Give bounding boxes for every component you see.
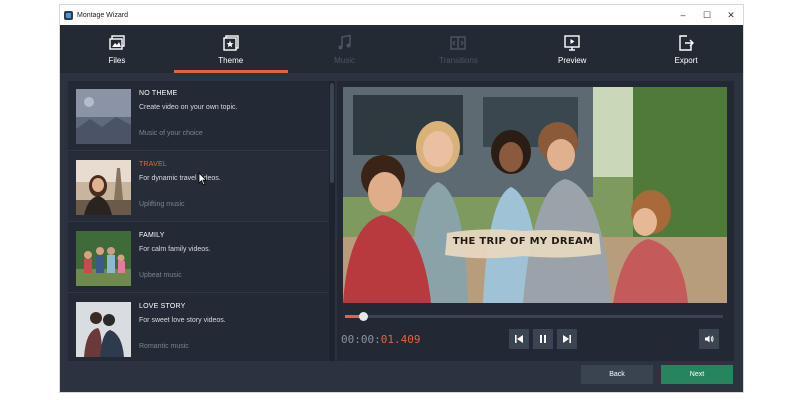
theme-description: For calm family videos. xyxy=(139,246,211,253)
next-frame-button[interactable] xyxy=(557,329,577,349)
theme-music: Music of your choice xyxy=(139,130,203,137)
tab-export[interactable]: Export xyxy=(629,25,743,73)
theme-list-scrollbar[interactable] xyxy=(329,81,335,361)
play-screen-icon xyxy=(564,34,580,51)
theme-thumbnail xyxy=(76,302,131,357)
star-frame-icon xyxy=(223,34,239,51)
timeline-slider[interactable] xyxy=(345,312,723,321)
tab-label: Preview xyxy=(558,55,587,65)
music-note-icon xyxy=(338,34,351,49)
skip-forward-icon xyxy=(563,335,571,343)
theme-name: NO THEME xyxy=(139,90,178,97)
transitions-icon xyxy=(450,35,467,50)
theme-name: LOVE STORY xyxy=(139,303,186,310)
volume-icon xyxy=(705,335,714,343)
skip-back-icon xyxy=(515,335,523,343)
tab-files[interactable]: Files xyxy=(60,25,174,73)
theme-music: Uplifting music xyxy=(139,201,185,208)
pause-icon xyxy=(540,335,546,343)
video-preview[interactable]: THE TRIP OF MY DREAM xyxy=(343,87,727,303)
tab-transitions[interactable]: Transitions xyxy=(401,25,515,73)
export-icon xyxy=(679,34,695,51)
tab-label: Music xyxy=(334,55,356,65)
theme-description: For dynamic travel videos. xyxy=(139,175,221,182)
video-frame-image xyxy=(343,87,727,303)
theme-music: Upbeat music xyxy=(139,272,182,279)
timecode-prefix: 00:00: xyxy=(341,333,381,346)
minimize-button[interactable]: – xyxy=(671,5,695,25)
window-title: Montage Wizard xyxy=(77,11,128,19)
pause-button[interactable] xyxy=(533,329,553,349)
theme-description: For sweet love story videos. xyxy=(139,317,226,324)
scrollbar-thumb[interactable] xyxy=(330,83,334,183)
theme-item-travel[interactable]: TRAVEL For dynamic travel videos. Uplift… xyxy=(68,152,329,222)
previous-button[interactable] xyxy=(509,329,529,349)
preview-panel: THE TRIP OF MY DREAM 00:00:01.409 xyxy=(337,81,734,361)
window-controls: – ☐ ✕ xyxy=(671,5,743,25)
timeline-knob[interactable] xyxy=(359,312,368,321)
tab-label: Files xyxy=(108,55,126,65)
back-button[interactable]: Back xyxy=(581,365,653,384)
tab-label: Transitions xyxy=(438,55,478,65)
theme-thumbnail xyxy=(76,89,131,144)
mouse-cursor-icon xyxy=(198,172,208,186)
wizard-steps-bar: Files Theme Music Transitions Preview Ex… xyxy=(60,25,743,73)
theme-description: Create video on your own topic. xyxy=(139,104,238,111)
video-title-overlay: THE TRIP OF MY DREAM xyxy=(443,227,603,261)
theme-thumbnail xyxy=(76,231,131,286)
images-icon xyxy=(109,34,125,50)
theme-item-family[interactable]: FAMILY For calm family videos. Upbeat mu… xyxy=(68,223,329,293)
tab-theme[interactable]: Theme xyxy=(173,25,288,73)
next-button[interactable]: Next xyxy=(661,365,733,384)
volume-button[interactable] xyxy=(699,329,719,349)
maximize-button[interactable]: ☐ xyxy=(695,5,719,25)
theme-list: NO THEME Create video on your own topic.… xyxy=(68,81,329,361)
theme-item-love-story[interactable]: LOVE STORY For sweet love story videos. … xyxy=(68,294,329,361)
timecode: 00:00:01.409 xyxy=(341,333,421,346)
close-button[interactable]: ✕ xyxy=(719,5,743,25)
tab-label: Export xyxy=(674,55,698,65)
montage-wizard-window: Montage Wizard – ☐ ✕ Files Theme Music T… xyxy=(60,5,743,392)
tab-preview[interactable]: Preview xyxy=(515,25,629,73)
theme-item-no-theme[interactable]: NO THEME Create video on your own topic.… xyxy=(68,81,329,151)
tab-label: Theme xyxy=(218,55,244,65)
app-icon xyxy=(64,10,73,20)
theme-name: TRAVEL xyxy=(139,161,167,168)
timecode-current: 01.409 xyxy=(380,333,421,346)
theme-music: Romantic music xyxy=(139,343,189,350)
theme-name: FAMILY xyxy=(139,232,165,239)
title-bar: Montage Wizard – ☐ ✕ xyxy=(60,5,743,25)
theme-thumbnail xyxy=(76,160,131,215)
tab-music[interactable]: Music xyxy=(288,25,402,73)
overlay-title-text: THE TRIP OF MY DREAM xyxy=(452,236,594,247)
